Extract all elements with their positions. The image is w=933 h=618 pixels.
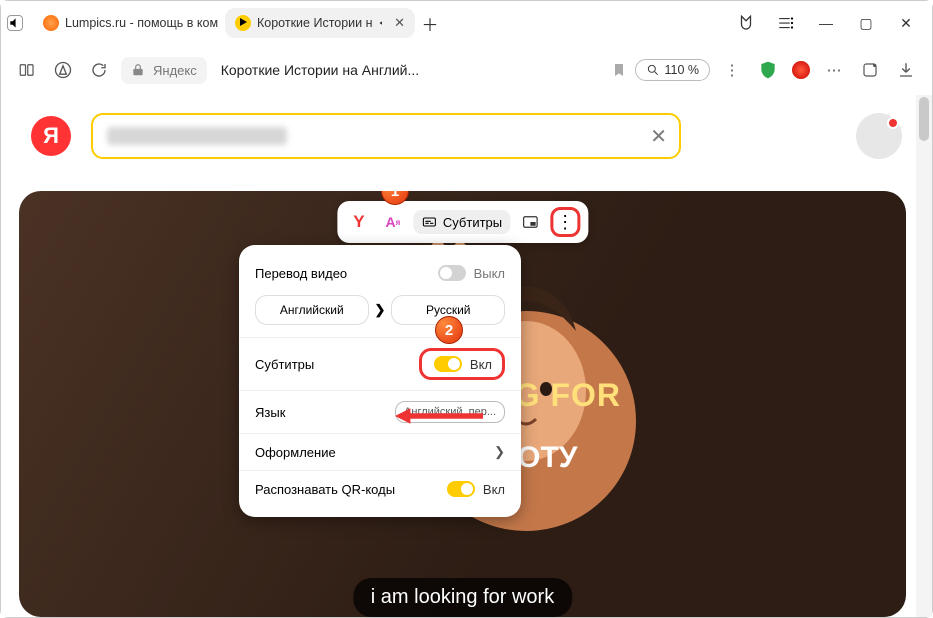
video-settings-panel: Перевод видео Выкл Английский ❯ Русский … xyxy=(239,245,521,517)
callout-2: 2 xyxy=(435,316,463,344)
more-icon[interactable]: ⋯ xyxy=(820,56,848,84)
video-more-button[interactable]: ⋮ xyxy=(550,207,580,237)
favicon-lumpics xyxy=(43,15,59,31)
refresh-button[interactable] xyxy=(85,56,113,84)
close-icon[interactable]: ✕ xyxy=(394,15,405,31)
toggle-state: Выкл xyxy=(474,266,505,281)
red-arrow-annotation xyxy=(394,405,484,427)
video-player[interactable]: I AM LOOKING FOR Я ИЩУ РАБОТУ i am looki… xyxy=(19,191,906,617)
cc-icon xyxy=(421,214,437,230)
download-icon[interactable] xyxy=(892,56,920,84)
subtitle-bubble: i am looking for work xyxy=(353,578,572,617)
volume-icon xyxy=(379,14,385,32)
tab-title: Короткие Истории н xyxy=(257,16,373,30)
avatar[interactable] xyxy=(856,113,902,159)
panel-label: Субтитры xyxy=(255,357,314,372)
translate-toggle[interactable] xyxy=(438,265,466,281)
lock-icon xyxy=(131,63,145,77)
chevron-right-icon: ❯ xyxy=(494,444,505,460)
browser-toolbar: Яндекс Короткие Истории на Англий... 110… xyxy=(1,45,932,95)
scrollbar[interactable] xyxy=(916,95,932,617)
clear-icon[interactable]: ✕ xyxy=(650,124,667,149)
alice-icon[interactable] xyxy=(49,56,77,84)
kebab-icon: ⋮ xyxy=(556,213,574,231)
volume-icon xyxy=(8,14,22,32)
zoom-label: 110 % xyxy=(664,63,699,77)
shield-icon[interactable] xyxy=(754,56,782,84)
yandex-search-row: Я ✕ xyxy=(1,95,932,177)
extensions-icon[interactable] xyxy=(856,56,884,84)
sidebar-icon[interactable] xyxy=(726,8,766,38)
minimize-button[interactable]: ― xyxy=(806,8,846,38)
zoom-indicator[interactable]: 110 % xyxy=(635,59,710,81)
zoom-icon xyxy=(646,63,660,77)
lang-from-button[interactable]: Английский xyxy=(255,295,369,325)
panel-label: Язык xyxy=(255,405,285,420)
tab-overview-button[interactable] xyxy=(13,56,41,84)
subtitles-toggle-highlight: Вкл xyxy=(419,348,505,380)
panel-label: Распознавать QR-коды xyxy=(255,482,395,497)
toggle-state: Вкл xyxy=(470,357,492,372)
browser-titlebar: Lumpics.ru - помощь в ком ✕ Короткие Ист… xyxy=(1,1,932,45)
translate-text-icon[interactable]: Aя xyxy=(379,208,407,236)
panel-label: Перевод видео xyxy=(255,266,347,281)
subtitles-label: Субтитры xyxy=(443,215,502,230)
subtitles-toggle[interactable] xyxy=(434,356,462,372)
yandex-translate-icon[interactable]: Y xyxy=(345,208,373,236)
qr-toggle[interactable] xyxy=(447,481,475,497)
close-button[interactable]: ✕ xyxy=(886,8,926,38)
panel-row-subtitles: Субтитры Вкл 2 xyxy=(239,337,521,390)
settings-icon[interactable] xyxy=(766,8,806,38)
panel-row-qr: Распознавать QR-коды Вкл xyxy=(239,470,521,507)
kebab-icon[interactable]: ⋮ xyxy=(718,56,746,84)
bookmark-icon[interactable] xyxy=(611,62,627,78)
panel-row-translate: Перевод видео Выкл xyxy=(239,255,521,291)
search-input[interactable]: ✕ xyxy=(91,113,681,159)
opera-icon[interactable] xyxy=(790,59,812,81)
search-query-blurred xyxy=(107,127,287,145)
panel-label: Оформление xyxy=(255,445,336,460)
tab-short-stories[interactable]: Короткие Истории н ✕ xyxy=(225,8,415,38)
tab-lumpics[interactable]: Lumpics.ru - помощь в ком ✕ xyxy=(33,9,223,37)
favicon-video xyxy=(235,15,251,31)
address-host: Яндекс xyxy=(153,63,197,78)
subtitles-button[interactable]: Субтитры xyxy=(413,210,510,234)
video-translate-toolbar: Y Aя Субтитры ⋮ xyxy=(337,201,588,243)
page-content: Я ✕ I AM LOOKING FOR Я ИЩУ РАБОТУ i am l… xyxy=(1,95,932,617)
yandex-logo[interactable]: Я xyxy=(31,116,71,156)
address-bar[interactable]: Яндекс xyxy=(121,57,207,84)
maximize-button[interactable]: ▢ xyxy=(846,8,886,38)
toggle-state: Вкл xyxy=(483,482,505,497)
tab-title: Lumpics.ru - помощь в ком xyxy=(65,16,218,30)
panel-row-style[interactable]: Оформление ❯ xyxy=(239,433,521,470)
sound-icon[interactable] xyxy=(7,15,23,31)
panel-language-pair: Английский ❯ Русский xyxy=(239,291,521,337)
arrow-right-icon: ❯ xyxy=(375,302,386,318)
new-tab-button[interactable]: ＋ xyxy=(417,10,443,36)
pip-icon[interactable] xyxy=(516,208,544,236)
page-title: Короткие Истории на Англий... xyxy=(221,62,419,78)
